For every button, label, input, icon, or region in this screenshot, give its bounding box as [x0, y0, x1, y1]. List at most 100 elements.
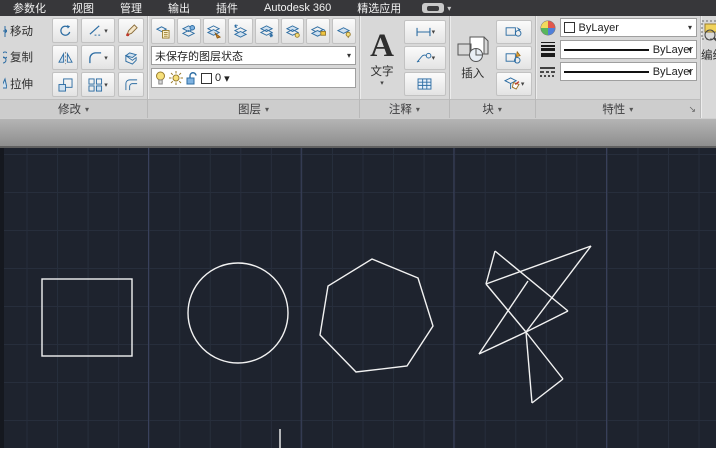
block-edit-inplace-icon: [505, 51, 523, 64]
layer-freeze-icon: [259, 24, 275, 39]
panel-block: 插入 ▾ 块 ▾: [450, 16, 536, 118]
mirror-icon: [58, 51, 73, 65]
panel-title-layers[interactable]: 图层 ▾: [148, 99, 359, 118]
array-button[interactable]: ▾: [81, 72, 115, 97]
stretch-button[interactable]: 拉伸: [3, 76, 48, 92]
menu-featured-apps[interactable]: 精选应用: [344, 0, 414, 18]
layer-color-swatch: [201, 73, 212, 84]
offset-button[interactable]: [118, 72, 144, 97]
layer-state-dropdown[interactable]: 未保存的图层状态 ▾: [151, 46, 356, 65]
menu-plugins[interactable]: 插件: [203, 0, 251, 18]
linetype-value: ByLayer: [653, 66, 693, 78]
copy-button[interactable]: 复制: [3, 49, 48, 65]
mirror-button[interactable]: [52, 45, 78, 70]
drawing-canvas[interactable]: [0, 148, 716, 448]
chevron-down-icon: ▾: [688, 45, 692, 54]
star-polyline-segment[interactable]: [526, 332, 563, 379]
leader-flyout-caret[interactable]: ▾: [432, 54, 436, 62]
layer-lock-button[interactable]: [306, 18, 330, 44]
panel-title-block[interactable]: 块 ▾: [450, 99, 535, 118]
lineweight-icon: [539, 41, 557, 59]
layer-unisolate-button[interactable]: [228, 18, 253, 44]
offset-icon: [124, 78, 139, 92]
panel-annotation: A 文字 ▾ ▾ ▾: [360, 16, 450, 118]
menu-manage[interactable]: 管理: [107, 0, 155, 18]
circle-shape[interactable]: [188, 263, 288, 363]
menu-parametric[interactable]: 参数化: [0, 0, 59, 18]
rectangle-shape[interactable]: [42, 279, 132, 356]
layer-match-button[interactable]: [177, 18, 201, 44]
star-polyline-segment[interactable]: [526, 332, 532, 403]
chevron-down-icon: ▾: [629, 105, 633, 114]
annotation-title-label: 注释: [389, 101, 412, 117]
layer-isolate-button[interactable]: [203, 18, 227, 44]
layer-dropdown[interactable]: 0 ▾: [151, 68, 356, 88]
object-color-dropdown[interactable]: ByLayer ▾: [560, 18, 698, 37]
layer-state-value: 未保存的图层状态: [155, 48, 243, 64]
dimension-icon: [415, 26, 432, 38]
rotate-button[interactable]: [52, 18, 78, 43]
text-button[interactable]: A 文字 ▾: [363, 18, 401, 97]
lineweight-sample: [564, 49, 649, 51]
trim-flyout-caret[interactable]: ▾: [104, 27, 108, 35]
array-icon: [88, 78, 103, 92]
lineweight-dropdown[interactable]: ByLayer ▾: [560, 40, 698, 59]
fillet-flyout-caret[interactable]: ▾: [104, 54, 108, 62]
leader-button[interactable]: ▾: [404, 46, 446, 70]
linetype-dropdown[interactable]: ByLayer ▾: [560, 62, 698, 81]
insert-block-button[interactable]: 插入: [453, 18, 493, 97]
star-polyline-segment[interactable]: [486, 284, 526, 332]
array-flyout-caret[interactable]: ▾: [104, 81, 108, 89]
copy-label: 复制: [10, 49, 33, 65]
block-title-label: 块: [482, 101, 494, 117]
table-button[interactable]: [404, 72, 446, 96]
explode-button[interactable]: [118, 45, 144, 70]
layer-off-button[interactable]: [281, 18, 305, 44]
layer-walk-button[interactable]: [332, 18, 356, 44]
linetype-sample: [564, 71, 649, 73]
dialog-launcher-icon[interactable]: ↘: [689, 104, 697, 115]
scale-button[interactable]: [52, 72, 78, 97]
layer-isolate-icon: [206, 24, 222, 39]
block-edit-button[interactable]: [496, 20, 532, 44]
color-value: ByLayer: [579, 22, 619, 34]
layer-properties-button[interactable]: [151, 18, 175, 44]
menu-autodesk360[interactable]: Autodesk 360: [251, 1, 344, 16]
exchange-apps-button[interactable]: ▾: [422, 3, 451, 13]
current-layer-name: 0: [215, 72, 221, 84]
panel-title-modify[interactable]: 修改 ▾: [0, 99, 147, 118]
block-flyout-caret[interactable]: ▾: [521, 80, 525, 88]
insert-block-icon: [456, 35, 490, 65]
star-polyline-segment[interactable]: [526, 246, 591, 332]
erase-button[interactable]: [118, 18, 144, 43]
star-polyline-segment[interactable]: [486, 246, 591, 284]
layer-on-bulb-icon: [155, 71, 166, 86]
group-icon[interactable]: [701, 20, 716, 44]
chevron-down-icon: ▾: [347, 51, 351, 60]
panel-title-annotation[interactable]: 注释 ▾: [360, 99, 449, 118]
star-polyline-segment[interactable]: [526, 311, 568, 332]
fillet-icon: [88, 51, 103, 65]
dimension-button[interactable]: ▾: [404, 20, 446, 44]
scale-icon: [58, 78, 73, 92]
star-polyline-segment[interactable]: [532, 379, 563, 403]
panel-title-properties[interactable]: 特性 ▾ ↘: [536, 99, 701, 118]
fillet-button[interactable]: ▾: [81, 45, 115, 70]
star-polyline-segment[interactable]: [495, 251, 568, 311]
heptagon-shape[interactable]: [320, 259, 433, 372]
trim-button[interactable]: ▾: [81, 18, 115, 43]
panel-group-partial: 编组: [701, 16, 716, 118]
chevron-down-icon: ▾: [85, 105, 89, 114]
layer-freeze-button[interactable]: [255, 18, 279, 44]
move-button[interactable]: 移动: [3, 23, 48, 39]
menu-output[interactable]: 输出: [155, 0, 203, 18]
modify-title-label: 修改: [58, 101, 81, 117]
chevron-down-icon: ▾: [224, 72, 230, 85]
dimension-flyout-caret[interactable]: ▾: [432, 28, 436, 36]
layer-unlock-icon: [186, 71, 198, 86]
star-polyline-segment[interactable]: [486, 251, 495, 284]
menu-view[interactable]: 视图: [59, 0, 107, 18]
block-attributes-button[interactable]: ▾: [496, 72, 532, 96]
layers-title-label: 图层: [238, 101, 261, 117]
block-edit-inplace-button[interactable]: [496, 46, 532, 70]
